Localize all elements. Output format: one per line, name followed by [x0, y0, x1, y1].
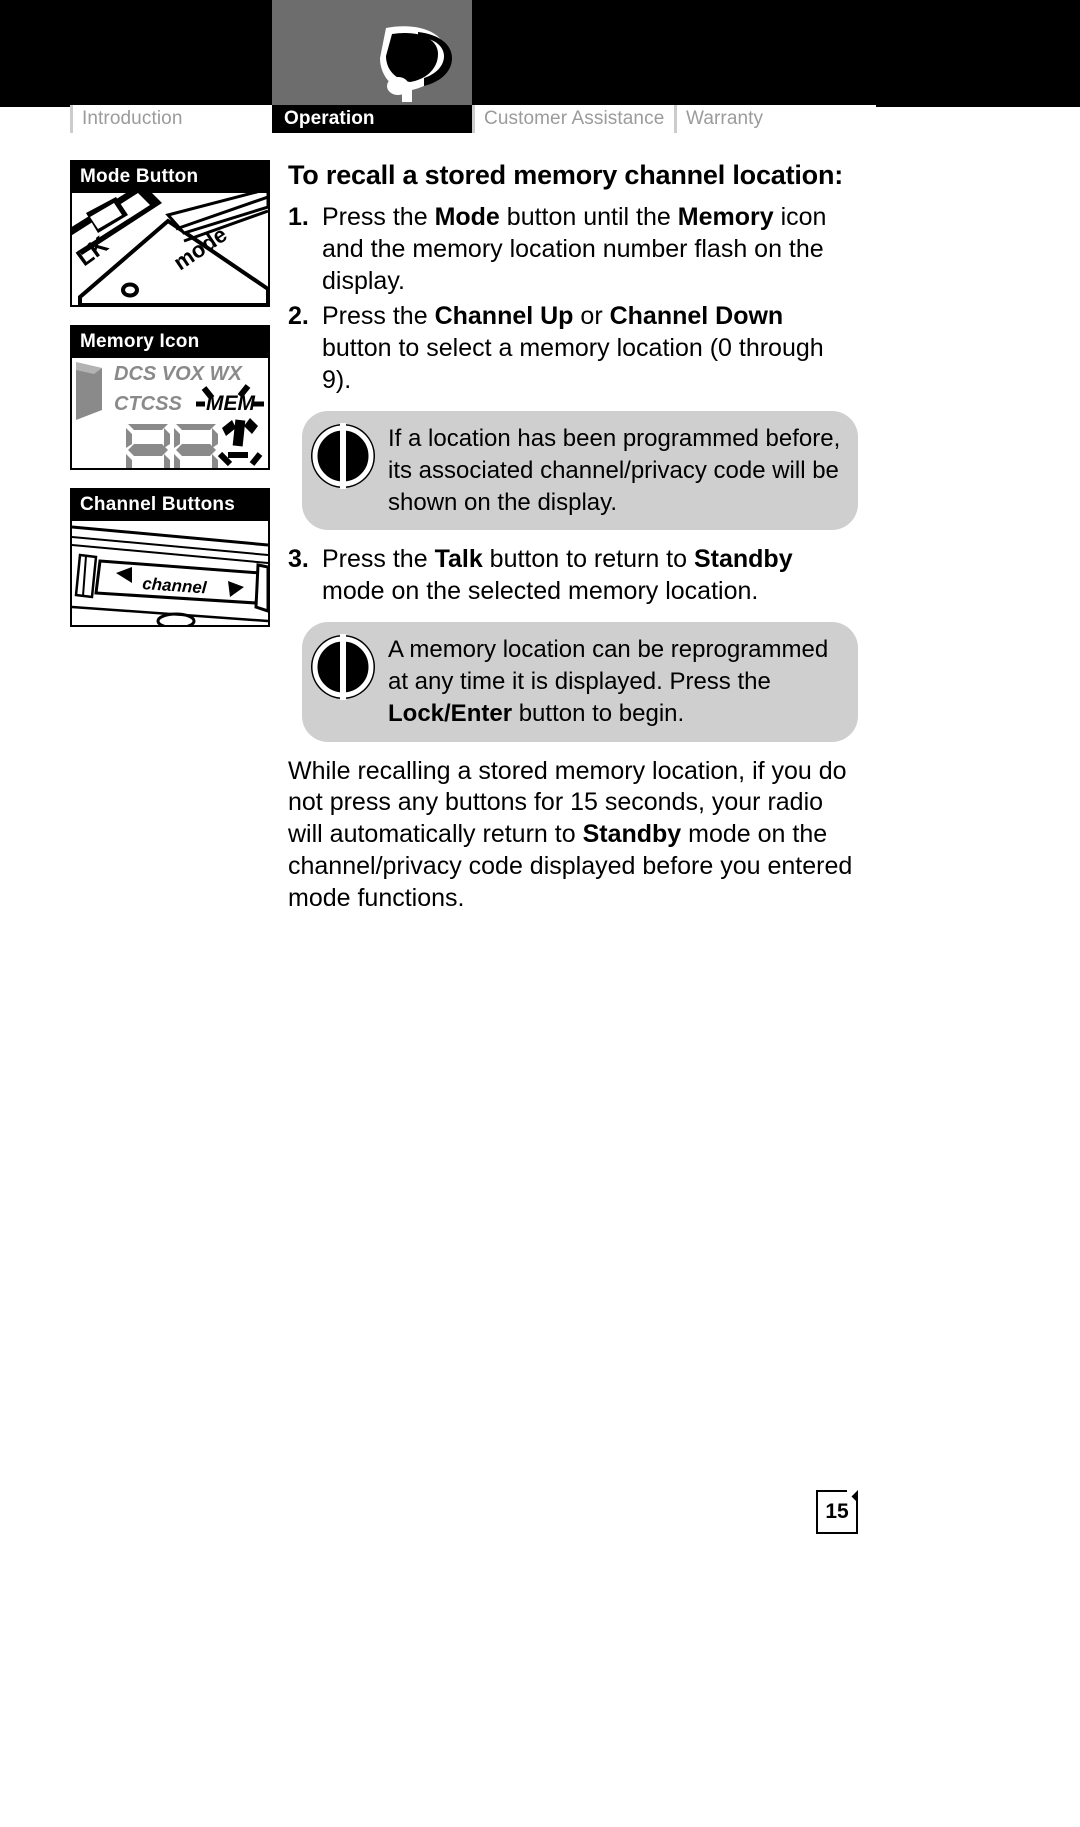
channel-buttons-illustration: channel: [72, 521, 268, 625]
tab-customer-assistance[interactable]: Customer Assistance: [472, 105, 674, 133]
note-callout: If a location has been programmed before…: [302, 410, 858, 531]
figure-mode-button: Mode Button LK mode: [70, 160, 270, 307]
page-number-label: 15: [825, 1500, 849, 1523]
walkie-talkie-logo-icon: [380, 26, 452, 102]
step-text: Press the Talk button to return to Stand…: [322, 545, 793, 606]
note-text: A memory location can be reprogrammed at…: [302, 621, 858, 742]
step-number: 3.: [288, 545, 309, 574]
tab-introduction[interactable]: Introduction: [70, 105, 272, 133]
step-number: 1.: [288, 203, 309, 232]
tab-operation[interactable]: Operation: [272, 105, 472, 133]
step-number: 2.: [288, 302, 309, 331]
svg-text:DCS VOX WX: DCS VOX WX: [114, 363, 243, 385]
figure-channel-buttons-caption: Channel Buttons: [72, 490, 268, 521]
figure-mode-button-image: LK mode: [72, 193, 268, 305]
tab-warranty-label: Warranty: [686, 108, 764, 129]
list-item: 2. Press the Channel Up or Channel Down …: [288, 301, 858, 396]
tab-warranty[interactable]: Warranty: [674, 105, 876, 133]
figure-column: Mode Button LK mode Memory Icon DCS VOX …: [70, 160, 270, 645]
tab-strip: Introduction Operation Customer Assistan…: [70, 105, 876, 133]
lcd-display-illustration: DCS VOX WX CTCSS MEM: [72, 358, 268, 468]
page-title: To recall a stored memory channel locati…: [288, 160, 844, 190]
tab-introduction-label: Introduction: [82, 108, 183, 129]
tab-customer-assistance-label: Customer Assistance: [484, 108, 665, 129]
note-callout: A memory location can be reprogrammed at…: [302, 621, 858, 742]
step-text: Press the Mode button until the Memory i…: [322, 203, 827, 295]
header-band: [0, 0, 1080, 107]
list-item: 3. Press the Talk button to return to St…: [288, 544, 858, 608]
svg-text:CTCSS: CTCSS: [114, 393, 182, 415]
note-text: If a location has been programmed before…: [302, 410, 858, 531]
figure-memory-icon: Memory Icon DCS VOX WX CTCSS MEM: [70, 325, 270, 470]
note-bullet-icon: [303, 415, 383, 496]
closing-paragraph: While recalling a stored memory location…: [288, 756, 853, 912]
figure-mode-button-caption: Mode Button: [72, 162, 268, 193]
page-number-badge: 15: [816, 1490, 858, 1534]
main-content: To recall a stored memory channel locati…: [288, 160, 858, 914]
tab-operation-label: Operation: [284, 108, 375, 129]
figure-channel-buttons-image: channel: [72, 521, 268, 625]
mode-button-illustration: LK mode: [72, 193, 268, 305]
figure-channel-buttons: Channel Buttons channel: [70, 488, 270, 627]
step-text: Press the Channel Up or Channel Down but…: [322, 302, 824, 394]
steps-list: 1. Press the Mode button until the Memor…: [288, 202, 858, 397]
figure-memory-icon-image: DCS VOX WX CTCSS MEM: [72, 358, 268, 468]
list-item: 1. Press the Mode button until the Memor…: [288, 202, 858, 297]
steps-list-continued: 3. Press the Talk button to return to St…: [288, 544, 858, 608]
note-bullet-icon: [303, 626, 383, 707]
page-corner-fold-icon: [846, 1491, 857, 1502]
figure-memory-icon-caption: Memory Icon: [72, 327, 268, 358]
